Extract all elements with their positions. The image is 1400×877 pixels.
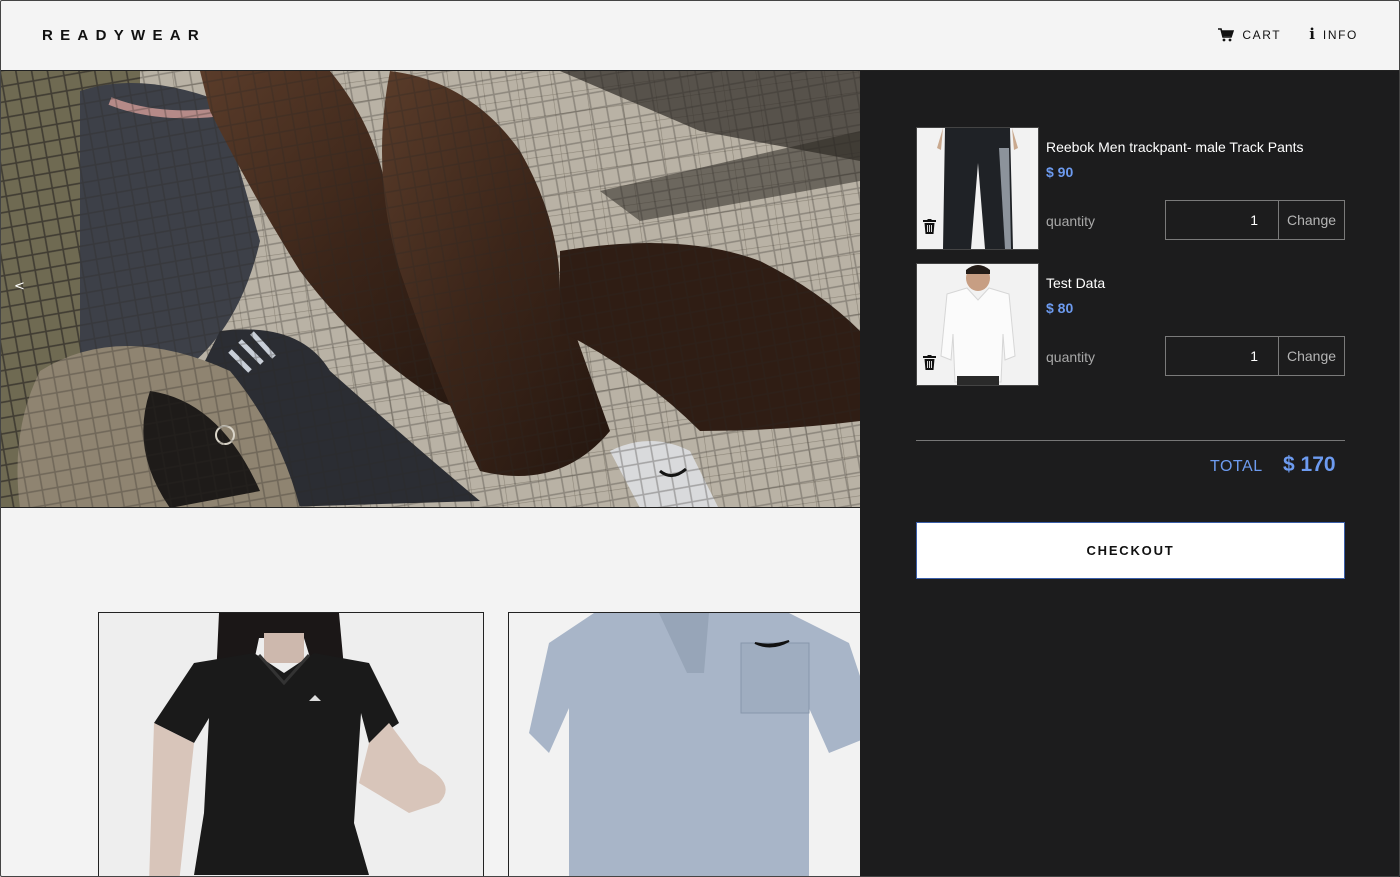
cart-panel: Reebok Men trackpant- male Track Pants $… [860, 71, 1400, 877]
cart-item-name[interactable]: Reebok Men trackpant- male Track Pants [1046, 139, 1304, 155]
delete-item-button[interactable] [923, 219, 936, 239]
total-label: TOTAL [1210, 458, 1263, 475]
cart-item-thumbnail [916, 127, 1039, 250]
product-image-black-polo [99, 613, 483, 877]
cart-item: Reebok Men trackpant- male Track Pants $… [916, 127, 1346, 251]
quantity-control: Change [1165, 336, 1345, 376]
change-quantity-button[interactable]: Change [1279, 201, 1344, 239]
info-icon: i [1309, 25, 1315, 43]
quantity-label: quantity [1046, 213, 1096, 229]
cart-item-price: $ 80 [1046, 300, 1074, 316]
total-value: $ 170 [1283, 453, 1336, 476]
header: READYWEAR CART i INFO [0, 0, 1400, 71]
nav-cart-label: CART [1242, 27, 1282, 42]
cart-item: Test Data $ 80 quantity Change [916, 263, 1346, 387]
nav-info-label: INFO [1322, 27, 1358, 42]
checkout-button[interactable]: CHECKOUT [916, 522, 1345, 579]
product-image-grey-polo [509, 613, 867, 877]
quantity-label: quantity [1046, 349, 1096, 365]
nav-cart[interactable]: CART [1218, 28, 1281, 42]
top-nav: CART i INFO [1218, 27, 1358, 42]
cart-item-price: $ 90 [1046, 164, 1074, 180]
trash-icon [923, 355, 936, 370]
quantity-control: Change [1165, 200, 1345, 240]
cart-divider [916, 440, 1345, 441]
quantity-input[interactable] [1166, 337, 1279, 375]
brand-logo[interactable]: READYWEAR [42, 27, 206, 44]
trash-icon [923, 219, 936, 234]
delete-item-button[interactable] [923, 355, 936, 375]
quantity-input[interactable] [1166, 201, 1279, 239]
hero-prev-arrow[interactable]: < [14, 279, 25, 294]
product-card[interactable] [98, 612, 484, 877]
change-quantity-button[interactable]: Change [1279, 337, 1344, 375]
cart-item-thumbnail [916, 263, 1039, 386]
product-card[interactable] [508, 612, 868, 877]
cart-icon [1218, 27, 1235, 42]
nav-info[interactable]: i INFO [1309, 27, 1358, 42]
cart-item-name[interactable]: Test Data [1046, 275, 1105, 291]
hero-image: < [0, 71, 860, 508]
